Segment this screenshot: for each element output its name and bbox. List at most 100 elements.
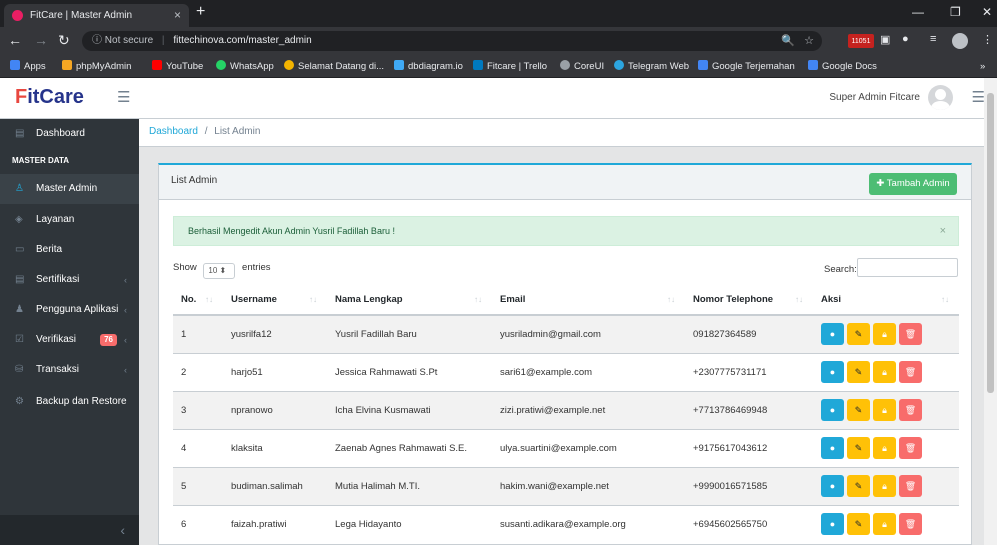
edit-button[interactable]: ✎ bbox=[847, 513, 870, 536]
zoom-icon[interactable]: 🔍 bbox=[781, 35, 795, 47]
column-header-no[interactable]: No. ↑↓ bbox=[173, 285, 223, 316]
bookmarks-overflow-icon[interactable]: » bbox=[980, 55, 985, 78]
sidebar-item-verifikasi[interactable]: ☑ Verifikasi 76 ‹ bbox=[0, 325, 139, 355]
sidebar-item-layanan[interactable]: ◈ Layanan bbox=[0, 205, 139, 235]
lock-button[interactable]: 🔒︎ bbox=[873, 513, 896, 536]
sort-icon: ↑↓ bbox=[205, 295, 213, 304]
bookmark-google-docs[interactable]: Google Docs bbox=[808, 55, 877, 78]
bookmark-whatsapp[interactable]: WhatsApp bbox=[216, 55, 274, 78]
url-input[interactable]: ⓘ Not secure | fittechinova.com/master_a… bbox=[82, 31, 822, 51]
lock-button[interactable]: 🔒︎ bbox=[873, 475, 896, 497]
view-button[interactable]: ● bbox=[821, 475, 844, 497]
user-icon: ♙ bbox=[15, 183, 24, 194]
sidebar-item-transaksi[interactable]: ⛁ Transaksi ‹ bbox=[0, 355, 139, 385]
sidebar-item-berita[interactable]: ▭ Berita bbox=[0, 235, 139, 265]
eye-icon: ● bbox=[829, 367, 836, 377]
select-arrows-icon: ⬍ bbox=[219, 266, 227, 275]
cell-username: faizah.pratiwi bbox=[223, 504, 327, 543]
view-button[interactable]: ● bbox=[821, 437, 844, 459]
browser-tab[interactable]: FitCare | Master Admin × bbox=[4, 4, 189, 27]
lock-button[interactable]: 🔒︎ bbox=[873, 361, 896, 383]
column-header-nama-lengkap[interactable]: Nama Lengkap ↑↓ bbox=[327, 285, 492, 316]
column-header-username[interactable]: Username ↑↓ bbox=[223, 285, 327, 316]
edit-button[interactable]: ✎ bbox=[847, 323, 870, 346]
sidebar-toggle-icon[interactable]: ☰ bbox=[117, 88, 130, 106]
lock-button[interactable]: 🔒︎ bbox=[873, 323, 896, 346]
trello-icon bbox=[473, 60, 483, 70]
bookmark-trello[interactable]: Fitcare | Trello bbox=[473, 55, 547, 78]
bookmark-dbdiagram[interactable]: dbdiagram.io bbox=[394, 55, 463, 78]
lock-button[interactable]: 🔒︎ bbox=[873, 399, 896, 421]
card-header: List Admin ✚ Tambah Admin bbox=[159, 165, 971, 200]
bookmark-youtube[interactable]: YouTube bbox=[152, 55, 203, 78]
edit-button[interactable]: ✎ bbox=[847, 399, 870, 421]
transaction-icon: ⛁ bbox=[15, 364, 24, 375]
site-icon bbox=[284, 60, 294, 70]
sidebar-item-backup-restore[interactable]: ⚙ Backup dan Restore bbox=[0, 387, 139, 417]
browser-menu-icon[interactable]: ⋮ bbox=[982, 33, 993, 49]
sidebar-item-sertifikasi[interactable]: ▤ Sertifikasi ‹ bbox=[0, 265, 139, 295]
edit-button[interactable]: ✎ bbox=[847, 361, 870, 383]
back-icon[interactable]: ← bbox=[8, 32, 22, 48]
bookmark-google-terjemahan[interactable]: Google Terjemahan bbox=[698, 55, 795, 78]
plus-icon: ✚ bbox=[876, 178, 885, 189]
edit-button[interactable]: ✎ bbox=[847, 437, 870, 459]
view-button[interactable]: ● bbox=[821, 399, 844, 421]
extension-dot-icon[interactable]: ● bbox=[902, 33, 909, 49]
sidebar-item-pengguna-aplikasi[interactable]: ♟ Pengguna Aplikasi ‹ bbox=[0, 295, 139, 325]
breadcrumb-dashboard-link[interactable]: Dashboard bbox=[149, 126, 198, 137]
bookmark-telegram[interactable]: Telegram Web bbox=[614, 55, 689, 78]
page-scrollbar[interactable] bbox=[984, 78, 997, 545]
column-header-aksi[interactable]: Aksi ↑↓ bbox=[813, 285, 959, 316]
pencil-icon: ✎ bbox=[854, 329, 863, 340]
view-button[interactable]: ● bbox=[821, 513, 844, 536]
restore-icon[interactable]: ❐ bbox=[950, 5, 961, 19]
entries-select[interactable]: 10 ⬍ bbox=[203, 263, 236, 279]
delete-button[interactable]: 🗑︎ bbox=[899, 437, 922, 459]
profile-avatar-icon[interactable] bbox=[952, 33, 968, 49]
action-buttons: ● ✎ 🔒︎ 🗑︎ bbox=[821, 475, 959, 497]
sidebar-item-dashboard[interactable]: ▤ Dashboard bbox=[0, 119, 139, 149]
coreui-icon bbox=[560, 60, 570, 70]
lock-icon: 🔒︎ bbox=[882, 519, 887, 530]
new-tab-button[interactable]: + bbox=[196, 3, 205, 21]
delete-button[interactable]: 🗑︎ bbox=[899, 399, 922, 421]
info-icon[interactable]: ⓘ bbox=[92, 35, 102, 46]
sidebar-minimizer[interactable]: ‹ bbox=[0, 515, 139, 545]
table-row: 2 harjo51 Jessica Rahmawati S.Pt sari61@exa… bbox=[173, 352, 959, 391]
gmail-extension-icon[interactable]: 11051 bbox=[848, 34, 874, 48]
add-admin-button[interactable]: ✚ Tambah Admin bbox=[869, 173, 957, 195]
minimize-icon[interactable]: — bbox=[912, 5, 924, 19]
alert-close-icon[interactable]: × bbox=[940, 217, 946, 245]
delete-button[interactable]: 🗑︎ bbox=[899, 475, 922, 497]
action-buttons: ● ✎ 🔒︎ 🗑︎ bbox=[821, 361, 959, 383]
tab-close-icon[interactable]: × bbox=[174, 4, 181, 27]
delete-button[interactable]: 🗑︎ bbox=[899, 323, 922, 346]
delete-button[interactable]: 🗑︎ bbox=[899, 513, 922, 536]
view-button[interactable]: ● bbox=[821, 323, 844, 346]
window-close-icon[interactable]: ✕ bbox=[982, 5, 992, 19]
view-button[interactable]: ● bbox=[821, 361, 844, 383]
sidebar-item-master-admin[interactable]: ♙ Master Admin bbox=[0, 174, 139, 204]
delete-button[interactable]: 🗑︎ bbox=[899, 361, 922, 383]
bookmark-phpmyadmin[interactable]: phpMyAdmin bbox=[62, 55, 131, 78]
lock-button[interactable]: 🔒︎ bbox=[873, 437, 896, 459]
bookmark-star-icon[interactable]: ☆ bbox=[804, 35, 814, 47]
bookmark-coreui[interactable]: CoreUI bbox=[560, 55, 604, 78]
column-header-telephone[interactable]: Nomor Telephone ↑↓ bbox=[685, 285, 813, 316]
pencil-icon: ✎ bbox=[854, 443, 863, 453]
pdf-extension-icon[interactable]: ▣ bbox=[880, 33, 890, 49]
bookmark-apps[interactable]: Apps bbox=[10, 55, 46, 78]
aside-menu-toggle-icon[interactable]: ☰ bbox=[972, 88, 985, 106]
pencil-icon: ✎ bbox=[854, 519, 863, 530]
reload-icon[interactable]: ↻ bbox=[58, 32, 70, 49]
reading-list-icon[interactable]: ≡ bbox=[930, 33, 936, 49]
forward-icon[interactable]: → bbox=[34, 32, 48, 48]
bookmark-selamat-datang[interactable]: Selamat Datang di... bbox=[284, 55, 384, 78]
scrollbar-thumb[interactable] bbox=[987, 93, 994, 393]
column-header-email[interactable]: Email ↑↓ bbox=[492, 285, 685, 316]
avatar[interactable] bbox=[928, 85, 953, 110]
search-input[interactable] bbox=[857, 258, 958, 277]
fitcare-logo[interactable]: FitCare bbox=[15, 86, 84, 109]
edit-button[interactable]: ✎ bbox=[847, 475, 870, 497]
